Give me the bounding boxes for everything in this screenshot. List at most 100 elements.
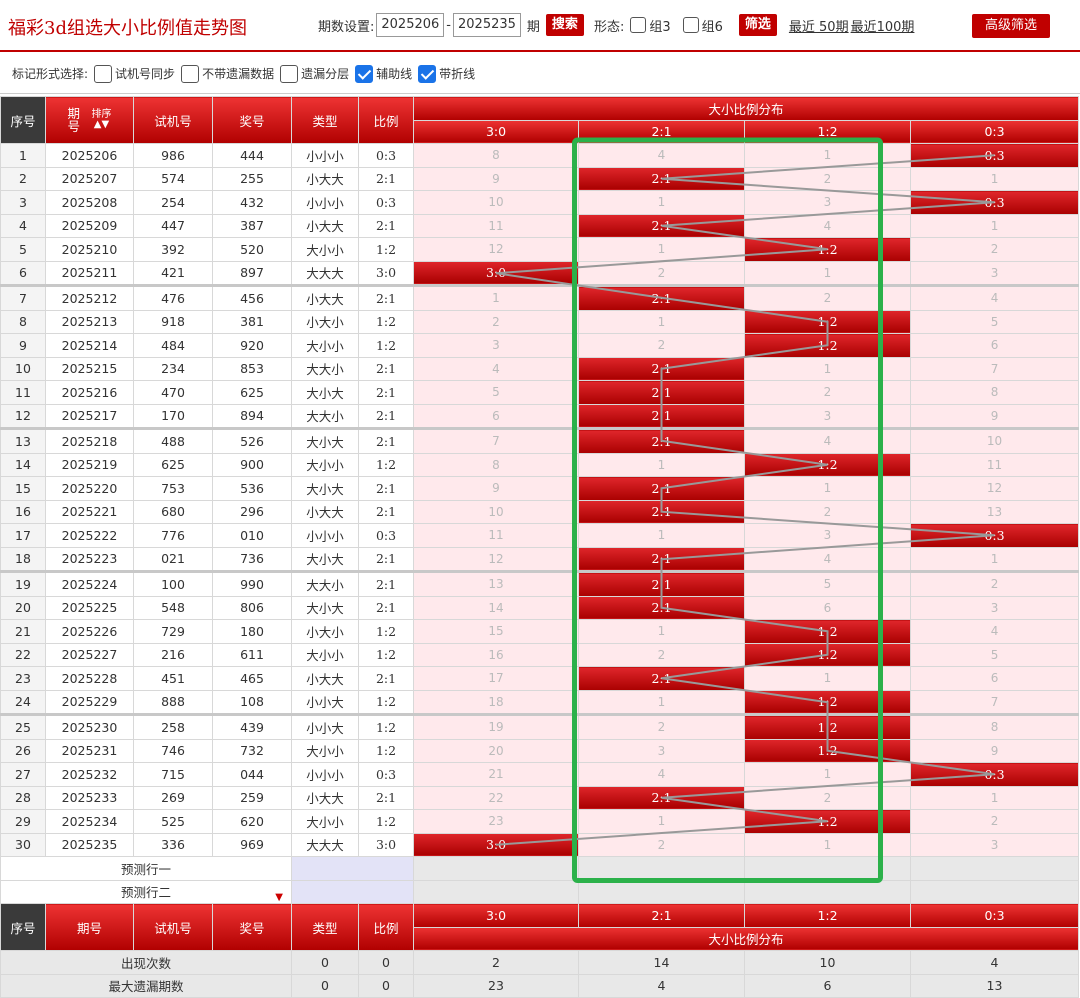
ratio-cell: 2:1 (358, 284, 414, 311)
period-search: 期数设置: 2025206 - 2025235 期 搜索 形态: 组3 组6 筛… (318, 13, 914, 37)
ratio-cell: 3:0 (358, 832, 414, 857)
table-row: 3 2025208 254 432 小小小 0:3 10 1 3 0:3 (0, 190, 1080, 215)
seq-cell: 9 (0, 333, 46, 358)
omission-cell: 14 (413, 595, 579, 620)
omission-cell: 4 (909, 284, 1080, 311)
hit-cell: 2:1 (578, 380, 745, 405)
hit-cell: 1:2 (744, 452, 911, 477)
table-row: 27 2025232 715 044 小小小 0:3 21 4 1 0:3 (0, 762, 1080, 787)
group3-checkbox[interactable] (630, 17, 647, 33)
arrow-down-icon[interactable]: ▼ (275, 892, 283, 903)
seq-cell: 19 (0, 570, 46, 597)
table-row: 6 2025211 421 897 大大大 3:0 3:0 2 1 3 (0, 260, 1080, 286)
omission-cell: 9 (413, 166, 579, 191)
omission-cell: 4 (578, 762, 745, 787)
table-row: 25 2025230 258 439 小小大 1:2 19 2 1:2 8 (0, 713, 1080, 740)
recent-50-link[interactable]: 最近 50期 (789, 16, 849, 35)
trial-number-cell: 021 (133, 546, 213, 572)
period-cell: 2025219 (45, 452, 134, 477)
seq-cell: 28 (0, 785, 46, 810)
omission-cell: 1 (744, 260, 911, 286)
prize-number-cell: 010 (212, 523, 292, 548)
ratio-cell: 1:2 (358, 713, 414, 740)
table-row: 28 2025233 269 259 小大大 2:1 22 2:1 2 1 (0, 785, 1080, 810)
mark-option-checkbox[interactable] (181, 64, 200, 83)
table-row: 16 2025221 680 296 小大大 2:1 10 2:1 2 13 (0, 499, 1080, 524)
trial-number-cell: 258 (133, 713, 213, 740)
type-cell: 小大大 (291, 666, 359, 691)
seq-cell: 7 (0, 284, 46, 311)
type-cell: 小小小 (291, 143, 359, 168)
prize-number-cell: 853 (212, 356, 292, 381)
hit-cell: 1:2 (744, 689, 911, 715)
filter-button[interactable]: 筛选 (738, 14, 777, 36)
prize-number-cell: 439 (212, 713, 292, 740)
mark-option-checkbox[interactable] (280, 64, 299, 83)
seq-cell: 14 (0, 452, 46, 477)
type-cell: 小小小 (291, 523, 359, 548)
group6-checkbox[interactable] (682, 17, 699, 33)
stats-value: 6 (744, 973, 911, 998)
omission-cell: 8 (909, 380, 1080, 405)
search-button[interactable]: 搜索 (545, 14, 584, 36)
start-period-input[interactable]: 2025206 (376, 13, 445, 37)
prize-number-cell: 536 (212, 476, 292, 501)
page-title: 福彩3d组选大小比例值走势图 (8, 18, 247, 39)
hit-cell: 2:1 (578, 403, 745, 429)
period-cell: 2025229 (45, 689, 134, 715)
type-cell: 大小大 (291, 595, 359, 620)
period-label: 期数设置: (318, 19, 375, 35)
prize-number-cell: 969 (212, 832, 292, 857)
omission-cell: 2 (578, 832, 745, 857)
omission-cell: 1 (578, 190, 745, 215)
omission-cell: 12 (909, 476, 1080, 501)
end-period-input[interactable]: 2025235 (453, 13, 521, 37)
omission-cell: 4 (909, 619, 1080, 644)
mark-option-checkbox[interactable] (94, 64, 113, 83)
footer-seq-header: 序号 (0, 903, 46, 951)
period-cell: 2025225 (45, 595, 134, 620)
stats-row: 最大遗漏期数 0 0 23 4 6 13 (0, 973, 1080, 998)
ratio-cell: 0:3 (358, 762, 414, 787)
seq-cell: 17 (0, 523, 46, 548)
omission-cell: 9 (909, 403, 1080, 429)
mark-option-checkbox[interactable] (418, 64, 437, 83)
omission-cell: 2 (413, 309, 579, 334)
trial-number-cell: 548 (133, 595, 213, 620)
trial-number-cell: 776 (133, 523, 213, 548)
col-period-header[interactable]: 期号 排序 ▲▼ (45, 96, 134, 144)
omission-cell: 11 (413, 213, 579, 238)
omission-cell: 18 (413, 689, 579, 715)
mark-option-checkbox[interactable] (355, 64, 374, 83)
omission-cell: 1 (744, 476, 911, 501)
omission-cell: 2 (578, 260, 745, 286)
seq-cell: 8 (0, 309, 46, 334)
table-row: 2 2025207 574 255 小大大 2:1 9 2:1 2 1 (0, 166, 1080, 191)
omission-cell: 23 (413, 809, 579, 834)
recent-100-link[interactable]: 最近100期 (851, 16, 915, 35)
trend-table: 序号 期号 排序 ▲▼ 试机号 奖号 类型 比例 大小比例分布 3:0 2:1 … (0, 96, 1080, 998)
omission-cell: 8 (413, 143, 579, 168)
hit-cell: 1:2 (744, 619, 911, 644)
hit-cell: 1:2 (744, 333, 911, 358)
omission-cell: 1 (578, 619, 745, 644)
ratio-cell: 0:3 (358, 523, 414, 548)
advanced-filter-button[interactable]: 高级筛选 (972, 14, 1050, 38)
hit-cell: 1:2 (744, 738, 911, 763)
type-cell: 小大小 (291, 309, 359, 334)
footer-period-header: 期号 (45, 903, 134, 951)
trial-number-cell: 476 (133, 284, 213, 311)
prize-number-cell: 526 (212, 427, 292, 454)
prize-number-cell: 990 (212, 570, 292, 597)
omission-cell: 4 (744, 546, 911, 572)
prize-number-cell: 456 (212, 284, 292, 311)
omission-cell: 7 (413, 427, 579, 454)
seq-cell: 15 (0, 476, 46, 501)
period-cell: 2025216 (45, 380, 134, 405)
col-type-header: 类型 (291, 96, 359, 144)
trial-number-cell: 336 (133, 832, 213, 857)
type-cell: 大小大 (291, 427, 359, 454)
sort-toggle[interactable]: 排序 ▲▼ (91, 110, 111, 130)
trial-number-cell: 574 (133, 166, 213, 191)
period-cell: 2025227 (45, 642, 134, 667)
